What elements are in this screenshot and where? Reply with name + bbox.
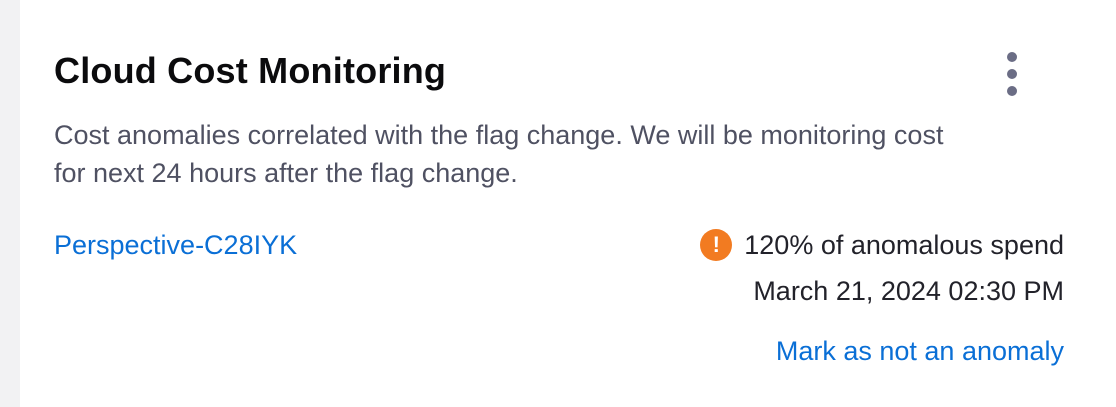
anomaly-spend-row: ! 120% of anomalous spend [700,229,1064,261]
exclamation-circle-icon: ! [700,229,733,261]
more-options-icon[interactable] [998,52,1026,96]
anomalous-spend-text: 120% of anomalous spend [744,229,1064,260]
anomaly-date: March 21, 2024 02:30 PM [753,276,1064,306]
mark-not-anomaly-link[interactable]: Mark as not an anomaly [776,336,1064,367]
perspective-link[interactable]: Perspective-C28IYK [54,230,297,261]
card-title: Cloud Cost Monitoring [54,50,447,91]
card-description: Cost anomalies correlated with the flag … [54,120,944,188]
cloud-cost-card: Cloud Cost Monitoring Cost anomalies cor… [20,0,1116,407]
